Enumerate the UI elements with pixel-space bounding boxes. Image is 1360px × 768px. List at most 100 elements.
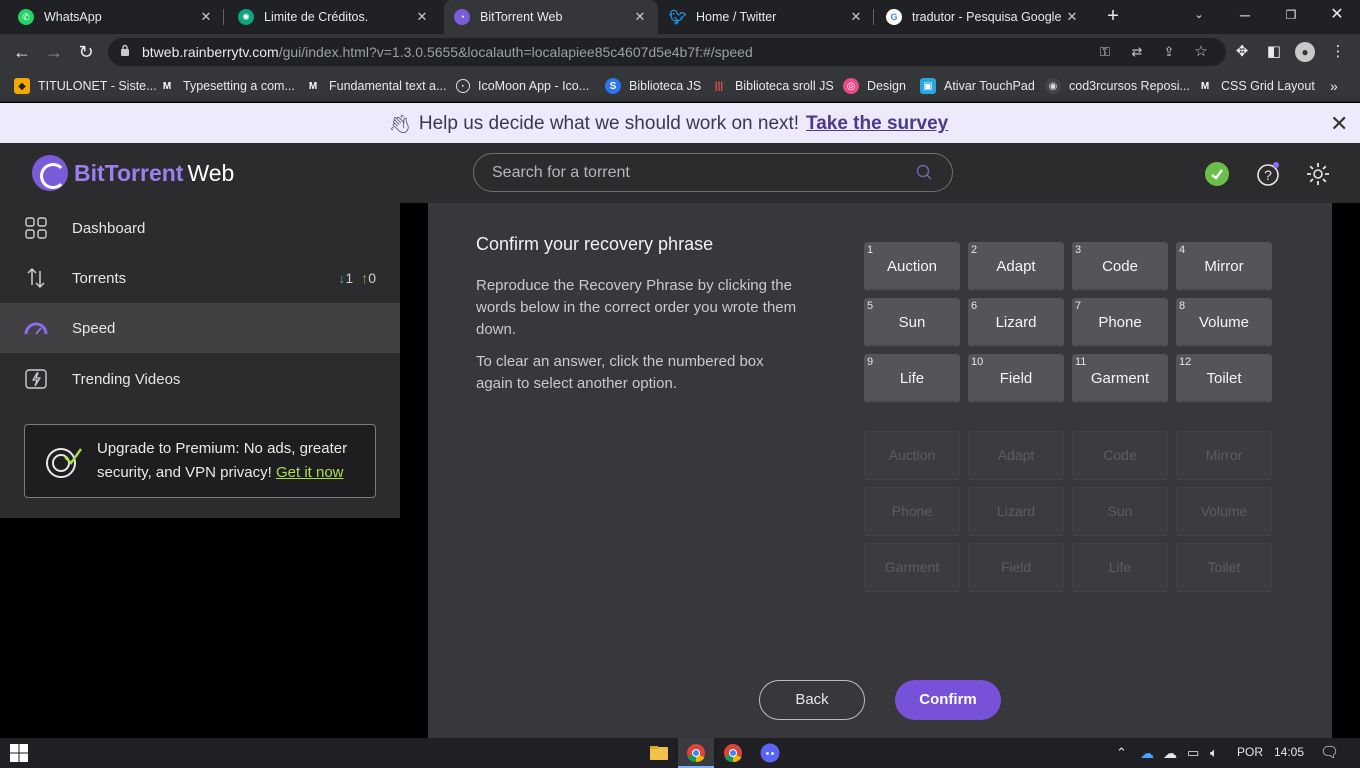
word-option[interactable]: Mirror <box>1176 431 1272 480</box>
answer-slot[interactable]: 5 Sun <box>864 298 960 347</box>
back-arrow-icon[interactable]: ← <box>10 40 34 64</box>
answer-slot[interactable]: 10 Field <box>968 354 1064 403</box>
forward-arrow-icon[interactable]: → <box>42 40 66 64</box>
sidebar-item-speed[interactable]: Speed <box>0 303 400 353</box>
close-banner-icon[interactable]: ✕ <box>1330 111 1348 137</box>
share-icon[interactable]: ⇪ <box>1160 43 1178 61</box>
minimize-button[interactable]: ─ <box>1222 0 1268 34</box>
word-option[interactable]: Garment <box>864 543 960 592</box>
answer-slot[interactable]: 9 Life <box>864 354 960 403</box>
tab-google-tradutor[interactable]: G tradutor - Pesquisa Google ✕ <box>876 0 1090 34</box>
word-option[interactable]: Phone <box>864 487 960 536</box>
menu-kebab-icon[interactable]: ⋮ <box>1328 42 1348 62</box>
close-tab-icon[interactable]: ✕ <box>848 9 864 25</box>
answer-slot[interactable]: 8 Volume <box>1176 298 1272 347</box>
search-input[interactable] <box>492 163 892 183</box>
survey-banner: 👋︎ Help us decide what we should work on… <box>0 103 1360 143</box>
translate-icon[interactable]: ⇄ <box>1128 43 1146 61</box>
close-window-button[interactable]: ✕ <box>1314 0 1360 34</box>
profile-avatar[interactable]: ● <box>1295 42 1315 62</box>
bookmark-star-icon[interactable]: ☆ <box>1192 43 1210 61</box>
bookmark-fundamental[interactable]: M Fundamental text a... <box>305 76 447 96</box>
sidebar-item-trending-videos[interactable]: Trending Videos <box>0 354 400 404</box>
key-icon[interactable]: ⚿ <box>1096 43 1114 61</box>
word-option[interactable]: Lizard <box>968 487 1064 536</box>
volume-icon[interactable]: 🔈︎ <box>1210 745 1218 761</box>
onedrive-personal-icon[interactable]: ☁ <box>1163 745 1177 762</box>
clock[interactable]: 14:05 <box>1274 745 1304 759</box>
search-icon[interactable] <box>916 164 932 180</box>
word-option[interactable]: Adapt <box>968 431 1064 480</box>
app-header: BitTorrent Web ? <box>0 143 1360 203</box>
tab-limite-creditos[interactable]: ✺ Limite de Créditos. ✕ <box>228 0 440 34</box>
bittorrent-logo[interactable]: BitTorrent Web <box>32 155 234 191</box>
close-tab-icon[interactable]: ✕ <box>632 9 648 25</box>
address-bar[interactable]: btweb.rainberrytv.com/gui/index.html?v=1… <box>108 38 1226 66</box>
take-survey-link[interactable]: Take the survey <box>806 113 948 135</box>
tab-bittorrent-web[interactable]: ◔ BitTorrent Web ✕ <box>444 0 658 34</box>
bookmark-css-grid[interactable]: M CSS Grid Layout <box>1197 76 1315 96</box>
answer-slot[interactable]: 11 Garment <box>1072 354 1168 403</box>
get-it-now-link[interactable]: Get it now <box>276 464 344 481</box>
bookmark-biblioteca-js[interactable]: S Biblioteca JS <box>605 76 701 96</box>
tab-whatsapp[interactable]: ✆ WhatsApp ✕ <box>8 0 224 34</box>
touchpad-icon: ▣ <box>920 78 936 94</box>
windows-start-icon[interactable] <box>9 743 29 763</box>
sidebar-item-dashboard[interactable]: Dashboard <box>0 203 400 253</box>
answer-slot[interactable]: 2 Adapt <box>968 242 1064 291</box>
close-tab-icon[interactable]: ✕ <box>1064 9 1080 25</box>
answer-slot[interactable]: 3 Code <box>1072 242 1168 291</box>
extensions-puzzle-icon[interactable]: ✥ <box>1232 42 1252 62</box>
sidebar-item-label: Torrents <box>72 269 127 287</box>
network-icon[interactable]: ▭ <box>1187 745 1199 761</box>
chrome-icon[interactable] <box>686 743 706 763</box>
bookmark-icomoon[interactable]: · IcoMoon App - Ico... <box>456 76 589 96</box>
confirm-button[interactable]: Confirm <box>895 680 1001 720</box>
bookmark-titulonet[interactable]: ◆ TITULONET - Siste... <box>14 76 157 96</box>
remote-status-icon[interactable] <box>1204 161 1230 187</box>
notifications-icon[interactable]: 🗨︎ <box>1320 743 1339 761</box>
more-bookmarks-chevron-icon[interactable]: » <box>1330 76 1338 96</box>
word-option[interactable]: Volume <box>1176 487 1272 536</box>
tab-twitter[interactable]: 🐦︎ Home / Twitter ✕ <box>660 0 874 34</box>
answer-slot[interactable]: 1 Auction <box>864 242 960 291</box>
file-explorer-icon[interactable] <box>649 743 669 763</box>
word-option[interactable]: Field <box>968 543 1064 592</box>
tray-chevron-up-icon[interactable]: ⌃ <box>1116 745 1127 761</box>
bookmark-typesetting[interactable]: M Typesetting a com... <box>159 76 295 96</box>
word-option[interactable]: Life <box>1072 543 1168 592</box>
word-option[interactable]: Code <box>1072 431 1168 480</box>
svg-text:?: ? <box>1264 167 1272 183</box>
input-language[interactable]: POR <box>1237 745 1263 759</box>
bookmark-touchpad[interactable]: ▣ Ativar TouchPad <box>920 76 1035 96</box>
url-host: btweb.rainberrytv.com <box>142 44 279 60</box>
close-tab-icon[interactable]: ✕ <box>198 9 214 25</box>
sidebar-item-torrents[interactable]: Torrents ↓1 ↑0 <box>0 253 400 303</box>
restore-button[interactable]: ❐ <box>1268 0 1314 34</box>
github-icon: ◉ <box>1045 78 1061 94</box>
answer-slot[interactable]: 6 Lizard <box>968 298 1064 347</box>
discord-icon[interactable] <box>760 743 780 763</box>
answer-slot[interactable]: 4 Mirror <box>1176 242 1272 291</box>
answer-slot[interactable]: 12 Toilet <box>1176 354 1272 403</box>
new-tab-button[interactable]: + <box>1102 4 1124 28</box>
reload-icon[interactable]: ↻ <box>74 40 98 64</box>
settings-gear-icon[interactable] <box>1305 161 1331 187</box>
onedrive-icon[interactable]: ☁ <box>1140 745 1154 762</box>
word-option[interactable]: Auction <box>864 431 960 480</box>
bookmark-cod3rcursos[interactable]: ◉ cod3rcursos Reposi... <box>1045 76 1190 96</box>
download-count: 1 <box>345 270 354 286</box>
tab-search-chevron-icon[interactable]: ⌄ <box>1176 0 1222 34</box>
side-panel-icon[interactable]: ◧ <box>1264 42 1284 62</box>
browser-tab-bar: ✆ WhatsApp ✕ ✺ Limite de Créditos. ✕ ◔ B… <box>0 0 1360 34</box>
chrome-profile-icon[interactable] <box>723 743 743 763</box>
help-icon[interactable]: ? <box>1255 161 1281 187</box>
bookmark-biblioteca-scroll[interactable]: ||| Biblioteca sroll JS <box>711 76 834 96</box>
answer-slot[interactable]: 7 Phone <box>1072 298 1168 347</box>
close-tab-icon[interactable]: ✕ <box>414 9 430 25</box>
word-option[interactable]: Sun <box>1072 487 1168 536</box>
torrent-search-box[interactable] <box>473 153 953 192</box>
back-button[interactable]: Back <box>759 680 865 720</box>
word-option[interactable]: Toilet <box>1176 543 1272 592</box>
bookmark-design[interactable]: ◎ Design <box>843 76 906 96</box>
